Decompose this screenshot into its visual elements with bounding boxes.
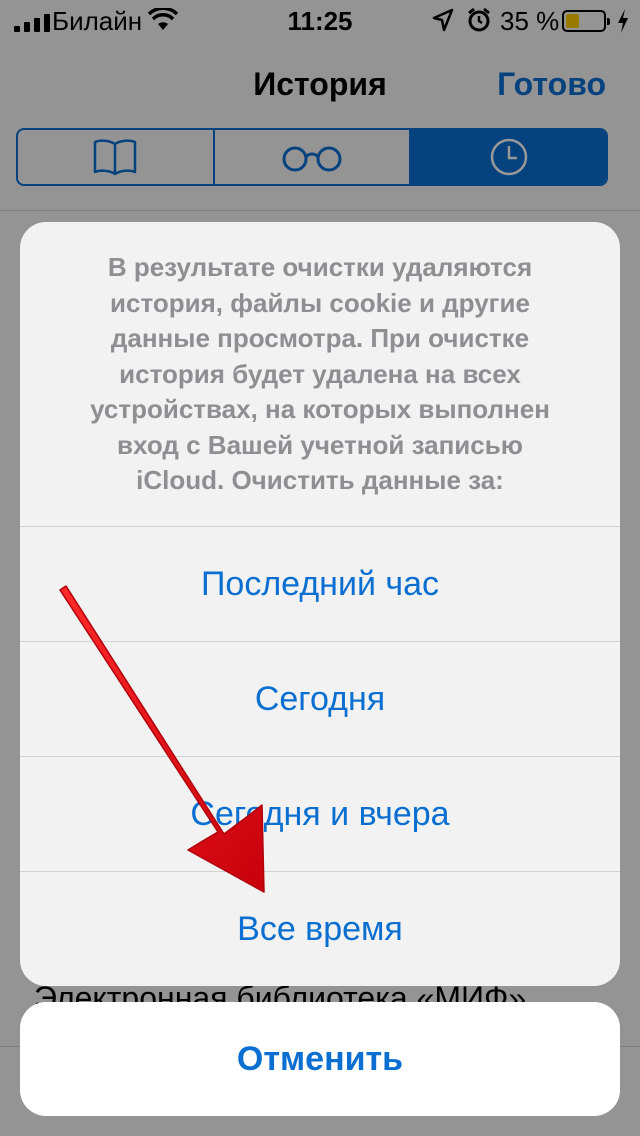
clear-all-time-button[interactable]: Все время bbox=[20, 871, 620, 986]
cancel-button[interactable]: Отменить bbox=[20, 1002, 620, 1116]
clear-today-button[interactable]: Сегодня bbox=[20, 641, 620, 756]
clear-today-and-yesterday-button[interactable]: Сегодня и вчера bbox=[20, 756, 620, 871]
clear-history-action-sheet: В результате очистки удаляются история, … bbox=[20, 222, 620, 986]
action-sheet-message: В результате очистки удаляются история, … bbox=[90, 252, 550, 495]
clear-last-hour-button[interactable]: Последний час bbox=[20, 526, 620, 641]
